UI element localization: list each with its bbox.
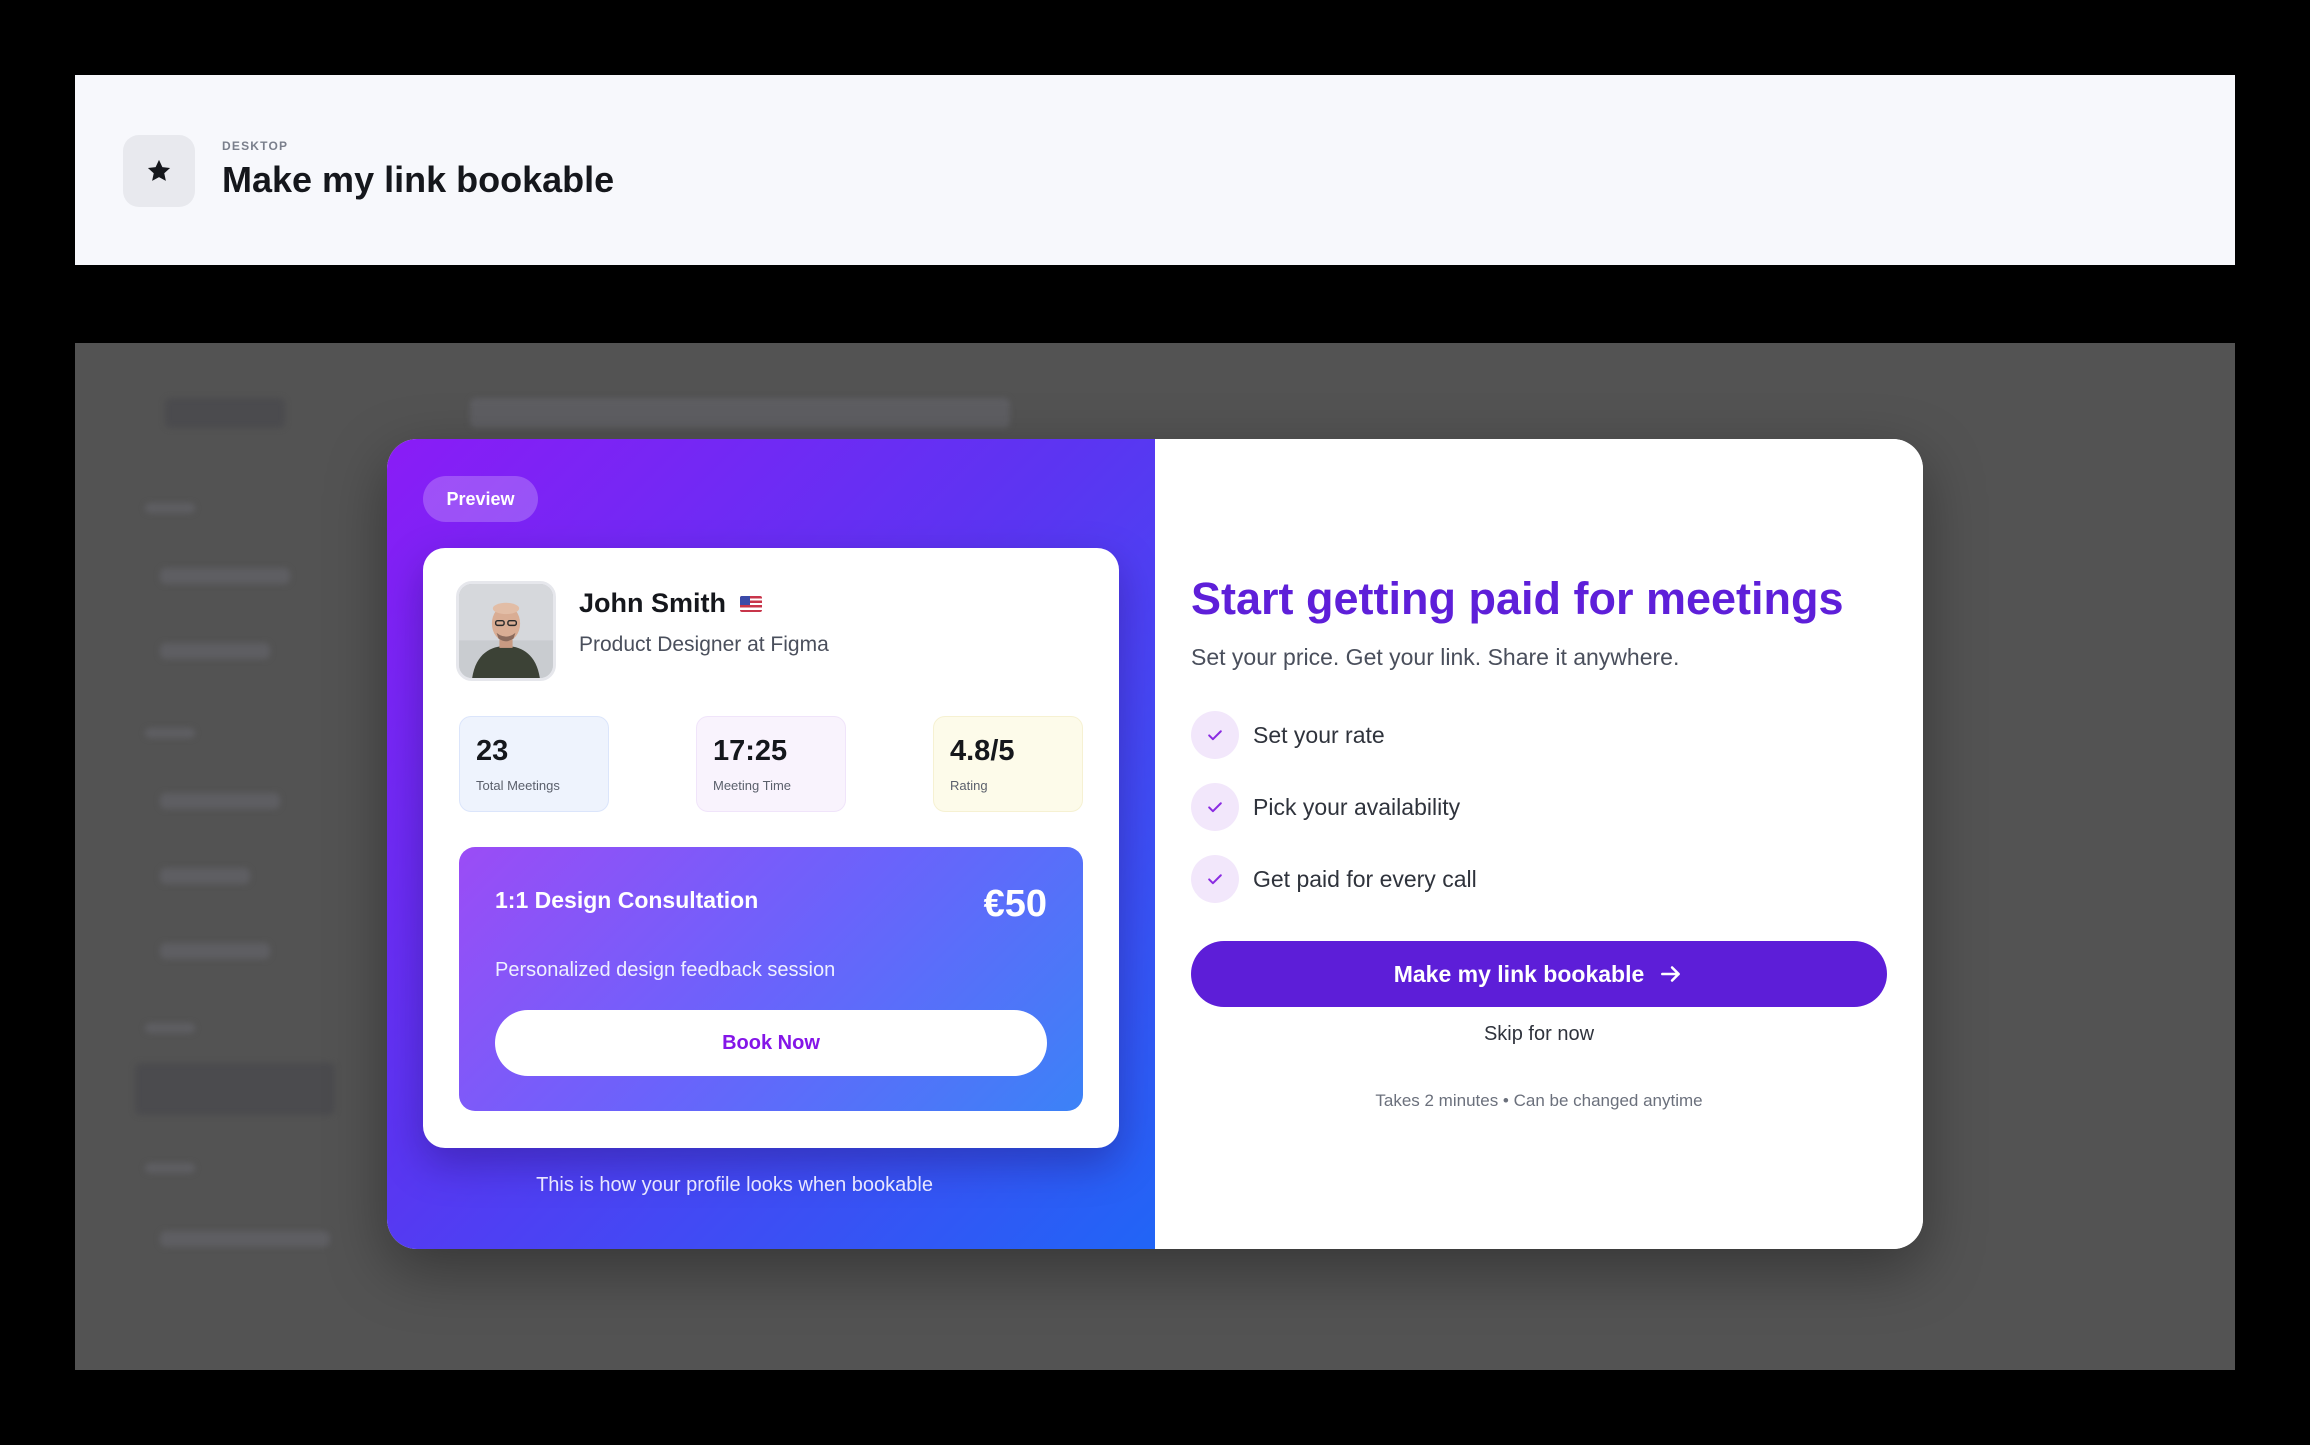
blurred-nav-item <box>160 643 270 659</box>
offer-card: 1:1 Design Consultation €50 Personalized… <box>459 847 1083 1111</box>
stat-rating: 4.8/5 Rating <box>933 716 1083 812</box>
feature-item: Get paid for every call <box>1191 855 1477 903</box>
feature-label: Set your rate <box>1253 721 1385 748</box>
page-header: DESKTOP Make my link bookable <box>75 75 2235 265</box>
feature-item: Pick your availability <box>1191 783 1460 831</box>
blurred-nav-item <box>145 1163 195 1173</box>
blurred-nav-item <box>145 728 195 738</box>
preview-panel: Preview John Smith Product Designer at F… <box>387 439 1155 1249</box>
stat-value: 4.8/5 <box>950 735 1015 767</box>
profile-role: Product Designer at Figma <box>579 633 829 656</box>
stat-meeting-time: 17:25 Meeting Time <box>696 716 846 812</box>
header-eyebrow: DESKTOP <box>222 139 289 153</box>
check-icon <box>1191 783 1239 831</box>
feature-label: Get paid for every call <box>1253 865 1477 892</box>
check-icon <box>1191 711 1239 759</box>
stat-label: Total Meetings <box>476 778 560 793</box>
skip-link[interactable]: Skip for now <box>1155 1023 1923 1046</box>
profile-name-row: John Smith <box>579 588 762 619</box>
blurred-nav-item <box>160 793 280 809</box>
offer-title: 1:1 Design Consultation <box>495 887 759 913</box>
blurred-heading <box>470 398 1010 428</box>
book-now-button[interactable]: Book Now <box>495 1010 1047 1076</box>
avatar <box>456 581 556 681</box>
modal-headline: Start getting paid for meetings <box>1191 573 1844 624</box>
check-icon <box>1191 855 1239 903</box>
feature-item: Set your rate <box>1191 711 1385 759</box>
star-icon <box>123 135 195 207</box>
blurred-nav-item <box>160 1231 330 1247</box>
offer-description: Personalized design feedback session <box>495 959 836 981</box>
blurred-nav-item <box>160 868 250 884</box>
modal-subline: Set your price. Get your link. Share it … <box>1191 644 1680 670</box>
stat-value: 17:25 <box>713 735 788 767</box>
stat-label: Rating <box>950 778 988 793</box>
offer-price: €50 <box>983 883 1047 925</box>
stat-total-meetings: 23 Total Meetings <box>459 716 609 812</box>
profile-name: John Smith <box>579 588 726 618</box>
blurred-nav-item <box>145 503 195 513</box>
make-bookable-button[interactable]: Make my link bookable <box>1191 941 1887 1007</box>
feature-label: Pick your availability <box>1253 793 1461 820</box>
stat-value: 23 <box>476 735 509 767</box>
bookable-modal: Preview John Smith Product Designer at F… <box>387 439 1923 1249</box>
content-panel: Start getting paid for meetings Set your… <box>1155 439 1923 1249</box>
preview-badge: Preview <box>423 476 538 522</box>
cta-label: Make my link bookable <box>1393 960 1645 987</box>
preview-caption: This is how your profile looks when book… <box>536 1174 933 1196</box>
blurred-logo <box>165 398 285 428</box>
arrow-right-icon <box>1661 966 1681 982</box>
modal-footnote: Takes 2 minutes • Can be changed anytime <box>1375 1091 1703 1110</box>
blurred-nav-item <box>160 943 270 959</box>
blurred-nav-active <box>135 1063 335 1115</box>
us-flag-icon <box>740 595 762 612</box>
blurred-nav-item <box>145 1023 195 1033</box>
profile-card: John Smith Product Designer at Figma 23 … <box>423 548 1119 1148</box>
page-title: Make my link bookable <box>222 159 615 200</box>
stat-label: Meeting Time <box>713 778 792 793</box>
blurred-nav-item <box>160 568 290 584</box>
